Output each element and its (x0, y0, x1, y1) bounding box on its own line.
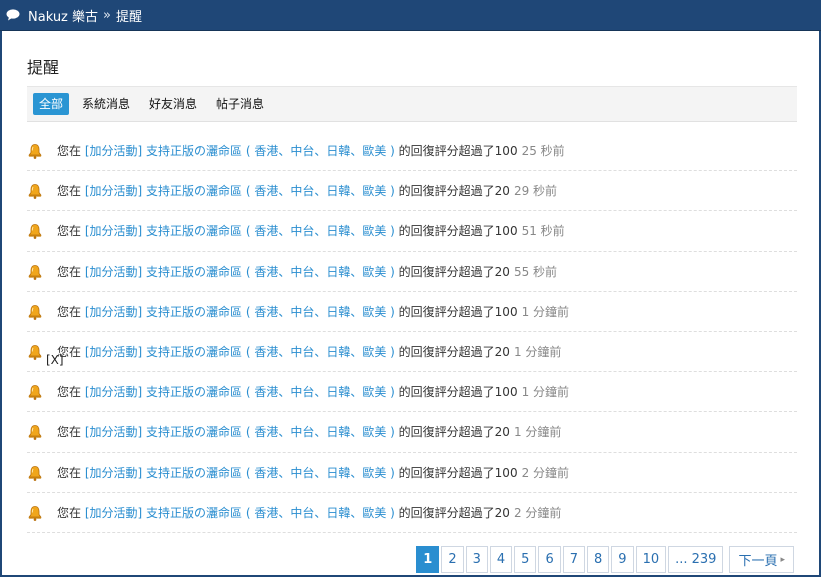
page-link-4[interactable]: 4 (489, 546, 513, 573)
bell-icon (27, 264, 43, 280)
notification-suffix: 的回復評分超過了20 (398, 264, 510, 279)
notification-time: 25 秒前 (521, 144, 565, 158)
notification-time: 1 分鐘前 (521, 385, 570, 400)
thread-link[interactable]: [加分活動] 支持正版の灑命區 ( 香港、中台、日韓、歐美 ) (85, 305, 395, 319)
bell-icon (27, 143, 43, 159)
notification-prefix: 您在 (57, 465, 82, 480)
thread-link[interactable]: [加分活動] 支持正版の灑命區 ( 香港、中台、日韓、歐美 ) (85, 345, 395, 359)
notification-text: 您在 [加分活動] 支持正版の灑命區 ( 香港、中台、日韓、歐美 ) 的回復評分… (57, 183, 557, 199)
notification-prefix: 您在 (57, 425, 82, 440)
bell-icon (27, 384, 43, 401)
notification-tabs: 全部 系統消息 好友消息 帖子消息 (27, 86, 797, 122)
breadcrumb-site-link[interactable]: Nakuz 樂古 (28, 6, 98, 25)
notification-suffix: 的回復評分超過了20 (398, 505, 510, 520)
thread-link[interactable]: [加分活動] 支持正版の灑命區 ( 香港、中台、日韓、歐美 ) (85, 265, 395, 279)
notification-suffix: 的回復評分超過了20 (398, 184, 510, 199)
page-link-8[interactable]: 8 (587, 546, 610, 573)
bell-icon (27, 183, 43, 200)
breadcrumb-current-link[interactable]: 提醒 (116, 6, 142, 25)
notification-prefix: 您在 (57, 505, 82, 520)
list-item: 您在 [加分活動] 支持正版の灑命區 ( 香港、中台、日韓、歐美 ) 的回復評分… (27, 332, 797, 373)
thread-link[interactable]: [加分活動] 支持正版の灑命區 ( 香港、中台、日韓、歐美 ) (85, 506, 395, 520)
list-item: 您在 [加分活動] 支持正版の灑命區 ( 香港、中台、日韓、歐美 ) 的回復評分… (27, 171, 797, 212)
bell-icon (27, 304, 43, 320)
notification-time: 2 分鐘前 (513, 505, 562, 520)
notification-suffix: 的回復評分超過了100 (398, 144, 518, 158)
bell-icon (27, 465, 43, 481)
pagination: 1 2 3 4 5 6 7 8 9 10... 239 下一頁 ▸ (414, 546, 794, 573)
tab-system[interactable]: 系統消息 (76, 93, 136, 115)
notification-text: 您在 [加分活動] 支持正版の灑命區 ( 香港、中台、日韓、歐美 ) 的回復評分… (57, 143, 565, 159)
notification-prefix: 您在 (57, 264, 82, 279)
list-item: 您在 [加分活動] 支持正版の灑命區 ( 香港、中台、日韓、歐美 ) 的回復評分… (27, 453, 797, 493)
page-link-1[interactable]: 1 (416, 546, 440, 573)
chevron-right-icon: ▸ (780, 554, 785, 565)
notification-prefix: 您在 (57, 224, 82, 239)
page-title: 提醒 (27, 58, 60, 77)
list-item: 您在 [加分活動] 支持正版の灑命區 ( 香港、中台、日韓、歐美 ) 的回復評分… (27, 493, 797, 533)
notification-prefix: 您在 (57, 184, 82, 199)
list-item: 您在 [加分活動] 支持正版の灑命區 ( 香港、中台、日韓、歐美 ) 的回復評分… (27, 131, 797, 172)
notification-time: 2 分鐘前 (521, 465, 570, 480)
next-page-button[interactable]: 下一頁 ▸ (729, 546, 794, 573)
notification-text: 您在 [加分活動] 支持正版の灑命區 ( 香港、中台、日韓、歐美 ) 的回復評分… (57, 384, 569, 400)
page-link-7[interactable]: 7 (562, 546, 585, 573)
notification-time: 1 分鐘前 (513, 425, 562, 440)
page-link-5[interactable]: 5 (514, 546, 537, 573)
page-link-6[interactable]: 6 (538, 546, 561, 573)
notification-text: 您在 [加分活動] 支持正版の灑命區 ( 香港、中台、日韓、歐美 ) 的回復評分… (57, 424, 561, 440)
speech-bubble-icon (6, 9, 20, 21)
thread-link[interactable]: [加分活動] 支持正版の灑命區 ( 香港、中台、日韓、歐美 ) (85, 466, 395, 480)
thread-link[interactable]: [加分活動] 支持正版の灑命區 ( 香港、中台、日韓、歐美 ) (85, 425, 395, 439)
close-button[interactable]: [X] (46, 353, 64, 367)
tab-post[interactable]: 帖子消息 (210, 93, 270, 115)
list-item: 您在 [加分活動] 支持正版の灑命區 ( 香港、中台、日韓、歐美 ) 的回復評分… (27, 211, 797, 252)
notification-suffix: 的回復評分超過了100 (398, 465, 518, 480)
notification-text: 您在 [加分活動] 支持正版の灑命區 ( 香港、中台、日韓、歐美 ) 的回復評分… (57, 465, 569, 481)
notification-list: 您在 [加分活動] 支持正版の灑命區 ( 香港、中台、日韓、歐美 ) 的回復評分… (27, 131, 797, 533)
notification-time: 51 秒前 (521, 224, 565, 239)
notification-time: 1 分鐘前 (521, 304, 570, 319)
tab-friend[interactable]: 好友消息 (143, 93, 203, 115)
thread-link[interactable]: [加分活動] 支持正版の灑命區 ( 香港、中台、日韓、歐美 ) (85, 184, 395, 198)
breadcrumb-separator: » (103, 7, 111, 23)
notification-suffix: 的回復評分超過了20 (398, 425, 510, 440)
notification-text: 您在 [加分活動] 支持正版の灑命區 ( 香港、中台、日韓、歐美 ) 的回復評分… (57, 264, 557, 280)
tab-all[interactable]: 全部 (33, 93, 70, 115)
next-page-label: 下一頁 (738, 554, 778, 569)
bell-icon (27, 344, 43, 360)
notification-prefix: 您在 (57, 304, 82, 319)
bell-icon (27, 424, 43, 441)
notification-suffix: 的回復評分超過了100 (398, 385, 518, 400)
page-link-2[interactable]: 2 (441, 546, 464, 573)
notification-text: 您在 [加分活動] 支持正版の灑命區 ( 香港、中台、日韓、歐美 ) 的回復評分… (57, 223, 565, 239)
top-navigation-bar: Nakuz 樂古 » 提醒 (0, 0, 821, 31)
thread-link[interactable]: [加分活動] 支持正版の灑命區 ( 香港、中台、日韓、歐美 ) (85, 385, 395, 399)
page-link-3[interactable]: 3 (465, 546, 488, 573)
notification-prefix: 您在 (57, 144, 82, 158)
list-item: 您在 [加分活動] 支持正版の灑命區 ( 香港、中台、日韓、歐美 ) 的回復評分… (27, 292, 797, 332)
thread-link[interactable]: [加分活動] 支持正版の灑命區 ( 香港、中台、日韓、歐美 ) (85, 224, 395, 238)
notification-text: 您在 [加分活動] 支持正版の灑命區 ( 香港、中台、日韓、歐美 ) 的回復評分… (57, 304, 569, 320)
notification-text: 您在 [加分活動] 支持正版の灑命區 ( 香港、中台、日韓、歐美 ) 的回復評分… (57, 344, 561, 360)
thread-link[interactable]: [加分活動] 支持正版の灑命區 ( 香港、中台、日韓、歐美 ) (85, 144, 395, 158)
notification-suffix: 的回復評分超過了20 (398, 344, 510, 359)
notification-prefix: 您在 (57, 385, 82, 400)
page-last-link[interactable]: ... 239 (668, 546, 724, 573)
page-link-10[interactable]: 10 (635, 546, 667, 573)
bell-icon (27, 505, 43, 521)
list-item: 您在 [加分活動] 支持正版の灑命區 ( 香港、中台、日韓、歐美 ) 的回復評分… (27, 252, 797, 292)
notification-time: 1 分鐘前 (513, 344, 562, 359)
notification-suffix: 的回復評分超過了100 (398, 304, 518, 319)
notification-suffix: 的回復評分超過了100 (398, 224, 518, 239)
list-item: 您在 [加分活動] 支持正版の灑命區 ( 香港、中台、日韓、歐美 ) 的回復評分… (27, 412, 797, 453)
notification-time: 29 秒前 (513, 184, 558, 199)
page-link-9[interactable]: 9 (611, 546, 634, 573)
notification-time: 55 秒前 (513, 264, 558, 279)
list-item: 您在 [加分活動] 支持正版の灑命區 ( 香港、中台、日韓、歐美 ) 的回復評分… (27, 372, 797, 413)
bell-icon (27, 223, 43, 240)
notification-text: 您在 [加分活動] 支持正版の灑命區 ( 香港、中台、日韓、歐美 ) 的回復評分… (57, 505, 561, 521)
